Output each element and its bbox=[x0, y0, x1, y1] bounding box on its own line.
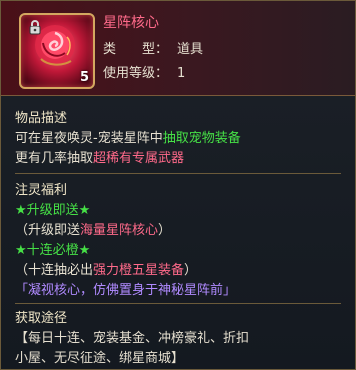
bonus-section: 注灵福利 ★升级即送★ （升级即送海量星阵核心） ★十连必橙★ （十连抽必出强力… bbox=[15, 181, 236, 301]
description-line-1: 可在星夜唤灵-宠装星阵中抽取宠物装备 bbox=[15, 129, 241, 149]
item-level-row: 使用等级： 1 bbox=[103, 62, 185, 81]
description-line-2-text: 更有几率抽取 bbox=[15, 151, 94, 166]
divider bbox=[15, 173, 341, 174]
bonus-title: 注灵福利 bbox=[15, 183, 68, 198]
source-line-2: 小屋、无尽征途、绑星商城】 bbox=[15, 351, 185, 366]
description-line-1-text: 可在星夜唤灵-宠装星阵中 bbox=[15, 131, 163, 146]
bonus-line-4-suffix: ） bbox=[184, 263, 198, 278]
description-line-2-highlight: 超稀有专属武器 bbox=[93, 151, 185, 166]
item-tooltip: 5 星阵核心 类 型： 道具 使用等级： 1 物品描述 可在星夜唤灵-宠装星阵中抽取… bbox=[0, 0, 356, 370]
item-type-value: 道具 bbox=[177, 42, 204, 57]
source-section: 获取途径 【每日十连、宠装基金、冲榜豪礼、折扣 小屋、无尽征途、绑星商城】 bbox=[15, 309, 249, 369]
description-line-2: 更有几率抽取超稀有专属武器 bbox=[15, 149, 241, 169]
item-name: 星阵核心 bbox=[103, 15, 159, 31]
source-line-1: 【每日十连、宠装基金、冲榜豪礼、折扣 bbox=[15, 331, 250, 346]
divider bbox=[15, 303, 341, 304]
item-type-label: 类 型： bbox=[103, 42, 169, 57]
description-section: 物品描述 可在星夜唤灵-宠装星阵中抽取宠物装备 更有几率抽取超稀有专属武器 bbox=[15, 109, 241, 169]
source-title: 获取途径 bbox=[15, 311, 68, 326]
bonus-line-4: （十连抽必出强力橙五星装备） bbox=[15, 261, 236, 281]
item-icon-frame[interactable]: 5 bbox=[19, 13, 95, 89]
item-level-label: 使用等级： bbox=[103, 66, 169, 81]
bonus-line-4-text: （十连抽必出 bbox=[15, 263, 94, 278]
description-title: 物品描述 bbox=[15, 111, 68, 126]
bonus-line-2-text: （升级即送 bbox=[15, 223, 81, 238]
bonus-line-2-suffix: ） bbox=[158, 223, 172, 238]
item-count: 5 bbox=[79, 70, 89, 85]
bonus-line-2: （升级即送海量星阵核心） bbox=[15, 221, 236, 241]
bonus-quote: 「凝视核心，仿佛置身于神秘星阵前」 bbox=[15, 283, 237, 298]
description-line-1-highlight: 抽取宠物装备 bbox=[162, 131, 241, 146]
item-level-value: 1 bbox=[177, 66, 186, 81]
bonus-line-1: ★升级即送★ bbox=[15, 203, 91, 218]
bonus-line-3: ★十连必橙★ bbox=[15, 243, 91, 258]
bonus-line-2-highlight: 海量星阵核心 bbox=[80, 223, 159, 238]
bonus-line-4-highlight: 强力橙五星装备 bbox=[93, 263, 185, 278]
lock-icon bbox=[29, 20, 41, 35]
item-type-row: 类 型： 道具 bbox=[103, 38, 203, 57]
tooltip-header: 5 星阵核心 类 型： 道具 使用等级： 1 bbox=[1, 1, 355, 96]
